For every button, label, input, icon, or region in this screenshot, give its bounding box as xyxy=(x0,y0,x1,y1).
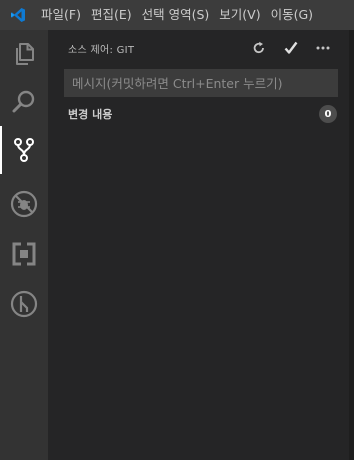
files-icon xyxy=(16,43,34,65)
activity-explorer[interactable] xyxy=(0,30,48,78)
menu-go[interactable]: 이동(G) xyxy=(266,0,318,30)
panel-header: 소스 제어: GIT xyxy=(48,30,349,65)
refresh-button[interactable] xyxy=(248,37,270,59)
editor-edge xyxy=(349,30,354,460)
activity-git-graph[interactable] xyxy=(0,280,48,328)
refresh-icon xyxy=(253,41,264,54)
extensions-icon xyxy=(12,242,36,266)
activity-extensions[interactable] xyxy=(0,230,48,278)
title-bar: 파일(F) 편집(E) 선택 영역(S) 보기(V) 이동(G) xyxy=(0,0,354,30)
commit-message-input[interactable] xyxy=(70,74,338,92)
more-actions-button[interactable] xyxy=(312,37,334,59)
vscode-logo-icon xyxy=(0,0,36,30)
menu-file[interactable]: 파일(F) xyxy=(36,0,86,30)
menu-edit[interactable]: 편집(E) xyxy=(86,0,137,30)
panel-title: 소스 제어: GIT xyxy=(68,45,135,56)
commit-button[interactable] xyxy=(280,37,302,59)
menu-bar: 파일(F) 편집(E) 선택 영역(S) 보기(V) 이동(G) xyxy=(36,0,318,30)
source-control-icon xyxy=(14,138,34,162)
activity-source-control[interactable] xyxy=(0,126,48,174)
changes-count-badge: 0 xyxy=(319,105,337,123)
commit-message-box xyxy=(64,69,338,97)
activity-debug[interactable] xyxy=(0,180,48,228)
commit-check-icon xyxy=(284,41,298,54)
search-icon xyxy=(12,90,35,113)
menu-selection[interactable]: 선택 영역(S) xyxy=(137,0,215,30)
activity-bar xyxy=(0,30,48,460)
menu-view[interactable]: 보기(V) xyxy=(214,0,265,30)
activity-search[interactable] xyxy=(0,78,48,126)
debug-icon xyxy=(10,190,38,218)
source-control-panel: 소스 제어: GIT 변경 내용 0 xyxy=(48,30,349,460)
more-icon xyxy=(316,46,330,50)
git-graph-icon xyxy=(10,290,38,318)
changes-group-label[interactable]: 변경 내용 xyxy=(68,106,112,122)
